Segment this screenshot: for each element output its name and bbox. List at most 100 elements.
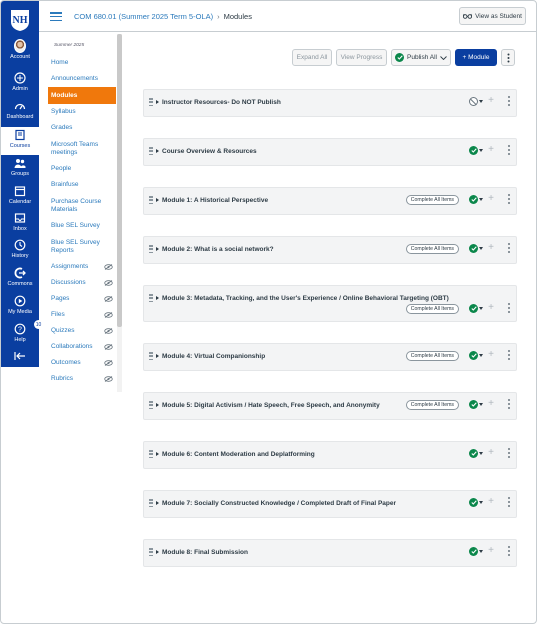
- drag-handle-icon[interactable]: [149, 245, 153, 253]
- course-menu-toggle[interactable]: [50, 12, 62, 21]
- course-nav-modules[interactable]: Modules: [48, 87, 116, 104]
- more-options-button[interactable]: [501, 49, 515, 66]
- published-check-icon[interactable]: [469, 351, 478, 360]
- module-kebab-icon[interactable]: [507, 243, 510, 253]
- publish-menu-caret-icon[interactable]: [479, 403, 483, 406]
- module-kebab-icon[interactable]: [507, 194, 510, 204]
- course-nav-scrollbar-thumb[interactable]: [117, 34, 122, 327]
- add-item-plus-icon[interactable]: +: [488, 242, 494, 254]
- module-kebab-icon[interactable]: [507, 546, 510, 556]
- module-row[interactable]: Module 4: Virtual Companionship Complete …: [143, 343, 517, 371]
- drag-handle-icon[interactable]: [149, 450, 153, 458]
- module-row[interactable]: Course Overview & Resources +: [143, 138, 517, 166]
- expand-caret-icon[interactable]: [156, 296, 159, 300]
- publish-all-button[interactable]: Publish All: [391, 49, 451, 66]
- expand-caret-icon[interactable]: [156, 501, 159, 505]
- module-kebab-icon[interactable]: [507, 350, 510, 360]
- published-check-icon[interactable]: [469, 304, 478, 313]
- global-nav-dashboard[interactable]: Dashboard: [1, 100, 39, 127]
- add-item-plus-icon[interactable]: +: [488, 302, 494, 314]
- publish-menu-caret-icon[interactable]: [479, 354, 483, 357]
- module-title[interactable]: Module 6: Content Moderation and Deplatf…: [162, 451, 315, 458]
- global-nav-help[interactable]: ? 10 Help: [1, 320, 43, 350]
- course-nav-syllabus[interactable]: Syllabus: [48, 104, 116, 120]
- add-item-plus-icon[interactable]: +: [488, 144, 494, 156]
- add-item-plus-icon[interactable]: +: [488, 398, 494, 410]
- module-title[interactable]: Module 8: Final Submission: [162, 549, 248, 556]
- drag-handle-icon[interactable]: [149, 98, 153, 106]
- module-title[interactable]: Module 4: Virtual Companionship: [162, 353, 265, 360]
- expand-caret-icon[interactable]: [156, 354, 159, 358]
- global-nav-inbox[interactable]: Inbox: [1, 212, 39, 239]
- course-nav-blue-sel-reports[interactable]: Blue SEL Survey Reports: [48, 234, 116, 259]
- global-nav-groups[interactable]: Groups: [1, 157, 39, 184]
- add-item-plus-icon[interactable]: +: [488, 496, 494, 508]
- module-row[interactable]: Module 6: Content Moderation and Deplatf…: [143, 441, 517, 469]
- course-nav-collaborations[interactable]: Collaborations: [48, 339, 116, 355]
- module-title[interactable]: Module 2: What is a social network?: [162, 246, 274, 253]
- published-check-icon[interactable]: [469, 244, 478, 253]
- course-nav-assignments[interactable]: Assignments: [48, 259, 116, 275]
- module-title[interactable]: Instructor Resources- Do NOT Publish: [162, 99, 281, 106]
- published-check-icon[interactable]: [469, 400, 478, 409]
- unpublished-icon[interactable]: [469, 97, 478, 106]
- module-kebab-icon[interactable]: [507, 96, 510, 106]
- course-nav-announcements[interactable]: Announcements: [48, 71, 116, 87]
- global-nav-my-media[interactable]: My Media: [1, 295, 39, 322]
- global-nav-account[interactable]: Account: [1, 39, 39, 67]
- expand-caret-icon[interactable]: [156, 247, 159, 251]
- published-check-icon[interactable]: [469, 498, 478, 507]
- publish-menu-caret-icon[interactable]: [479, 452, 483, 455]
- course-nav-blue-sel-survey[interactable]: Blue SEL Survey: [48, 218, 116, 234]
- module-row[interactable]: Module 7: Socially Constructed Knowledge…: [143, 490, 517, 518]
- add-module-button[interactable]: + Module: [455, 49, 497, 66]
- publish-menu-caret-icon[interactable]: [479, 501, 483, 504]
- view-progress-button[interactable]: View Progress: [336, 49, 387, 66]
- publish-menu-caret-icon[interactable]: [479, 247, 483, 250]
- course-nav-rubrics[interactable]: Rubrics: [48, 371, 116, 387]
- published-check-icon[interactable]: [469, 449, 478, 458]
- expand-caret-icon[interactable]: [156, 198, 159, 202]
- expand-all-button[interactable]: Expand All: [292, 49, 332, 66]
- global-nav-admin[interactable]: Admin: [1, 72, 39, 99]
- course-nav-home[interactable]: Home: [48, 55, 116, 71]
- view-as-student-button[interactable]: View as Student: [459, 7, 526, 25]
- add-item-plus-icon[interactable]: +: [488, 447, 494, 459]
- global-nav-courses[interactable]: Courses: [1, 127, 39, 155]
- drag-handle-icon[interactable]: [149, 548, 153, 556]
- collapse-nav-button[interactable]: [1, 351, 39, 363]
- course-nav-people[interactable]: People: [48, 161, 116, 177]
- module-kebab-icon[interactable]: [507, 497, 510, 507]
- breadcrumb-course-link[interactable]: COM 680.01 (Summer 2025 Term 5-OLA): [74, 12, 213, 21]
- module-kebab-icon[interactable]: [507, 303, 510, 313]
- expand-caret-icon[interactable]: [156, 149, 159, 153]
- expand-caret-icon[interactable]: [156, 550, 159, 554]
- add-item-plus-icon[interactable]: +: [488, 95, 494, 107]
- module-row[interactable]: Module 1: A Historical Perspective Comple…: [143, 187, 517, 215]
- global-nav-calendar[interactable]: Calendar: [1, 185, 39, 212]
- drag-handle-icon[interactable]: [149, 401, 153, 409]
- module-title[interactable]: Course Overview & Resources: [162, 148, 257, 155]
- global-nav-history[interactable]: History: [1, 239, 39, 266]
- module-row[interactable]: Instructor Resources- Do NOT Publish +: [143, 89, 517, 117]
- module-kebab-icon[interactable]: [507, 399, 510, 409]
- expand-caret-icon[interactable]: [156, 403, 159, 407]
- expand-caret-icon[interactable]: [156, 452, 159, 456]
- publish-menu-caret-icon[interactable]: [479, 307, 483, 310]
- module-row[interactable]: Module 8: Final Submission +: [143, 539, 517, 567]
- drag-handle-icon[interactable]: [149, 147, 153, 155]
- published-check-icon[interactable]: [469, 146, 478, 155]
- module-title[interactable]: Module 5: Digital Activism / Hate Speech…: [162, 402, 380, 409]
- module-row[interactable]: Module 5: Digital Activism / Hate Speech…: [143, 392, 517, 420]
- unh-logo[interactable]: NH: [7, 7, 33, 33]
- publish-menu-caret-icon[interactable]: [479, 198, 483, 201]
- global-nav-commons[interactable]: Commons: [1, 267, 39, 294]
- publish-menu-caret-icon[interactable]: [479, 550, 483, 553]
- publish-menu-caret-icon[interactable]: [479, 100, 483, 103]
- course-nav-purchase-materials[interactable]: Purchase Course Materials: [48, 193, 116, 218]
- drag-handle-icon[interactable]: [149, 294, 153, 302]
- module-kebab-icon[interactable]: [507, 145, 510, 155]
- drag-handle-icon[interactable]: [149, 499, 153, 507]
- module-kebab-icon[interactable]: [507, 448, 510, 458]
- course-nav-files[interactable]: Files: [48, 307, 116, 323]
